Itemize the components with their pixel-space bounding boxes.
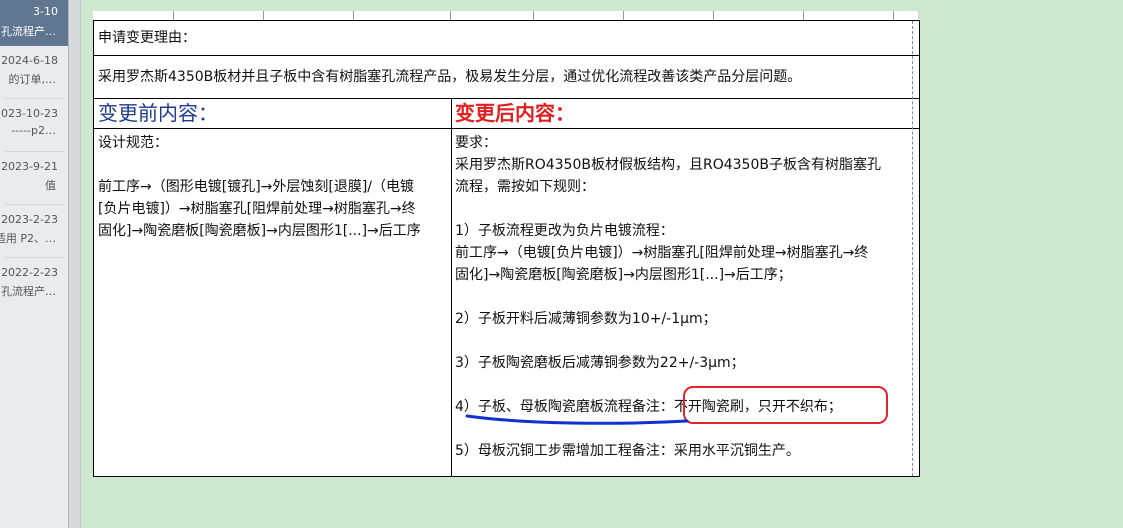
history-panel: 3-10 孔流程产… 2024-6-18 的订单,… 2023-10-23 --… bbox=[0, 0, 69, 528]
before-line: 设计规范： bbox=[98, 135, 168, 151]
history-title: 孔流程产… bbox=[1, 285, 56, 298]
history-date: 2023-10-23 bbox=[0, 107, 58, 120]
history-item[interactable]: 2023-10-23 -----p2… bbox=[0, 99, 68, 151]
rule-1-line: 固化]→陶瓷磨板[陶瓷磨板]→内层图形1[...]→后工序； bbox=[455, 267, 792, 283]
before-line: 固化]→陶瓷磨板[陶瓷磨板]→内层图形1[...]→后工序 bbox=[98, 223, 421, 239]
history-date: 3-10 bbox=[33, 5, 58, 18]
history-title: 孔流程产… bbox=[1, 25, 56, 38]
reason-label: 申请变更理由： bbox=[98, 30, 196, 46]
after-line: 流程，需按如下规则： bbox=[455, 179, 595, 195]
history-title: -----p2… bbox=[11, 124, 56, 137]
history-item[interactable]: 3-10 孔流程产… bbox=[0, 0, 68, 46]
history-item[interactable]: 2023-9-21 值 bbox=[0, 152, 68, 204]
after-header: 变更后内容： bbox=[455, 101, 575, 125]
before-line: [负片电镀]）→树脂塞孔[阻焊前处理→树脂塞孔→终 bbox=[98, 201, 416, 217]
rule-2: 2）子板开料后减薄铜参数为10+/-1μm； bbox=[455, 311, 717, 327]
table-column-ruler bbox=[93, 11, 918, 20]
history-date: 2023-9-21 bbox=[1, 160, 58, 173]
sidebar-scrollbar[interactable] bbox=[68, 0, 81, 528]
history-date: 2023-2-23 bbox=[1, 213, 58, 226]
red-highlight-circle bbox=[683, 386, 888, 424]
content-header-row: 变更前内容： 变更后内容： bbox=[94, 99, 919, 129]
history-item[interactable]: 2024-6-18 的订单,… bbox=[0, 46, 68, 98]
history-item[interactable]: 2023-2-23 适用 P2、… bbox=[0, 205, 68, 257]
after-line: 要求： bbox=[455, 135, 497, 151]
history-title: 值 bbox=[45, 179, 56, 192]
reason-label-row: 申请变更理由： bbox=[94, 21, 919, 56]
reason-text-row: 采用罗杰斯4350B板材并且子板中含有树脂塞孔流程产品，极易发生分层，通过优化流… bbox=[94, 56, 919, 99]
before-content-cell[interactable]: 设计规范： 前工序→（图形电镀[镀孔]→外层蚀刻[退膜]/（电镀 [负片电镀]）… bbox=[98, 132, 450, 242]
rule-1-line: 前工序→（电镀[负片电镀]）→树脂塞孔[阻焊前处理→树脂塞孔→终 bbox=[455, 245, 869, 261]
history-date: 2024-6-18 bbox=[1, 54, 58, 67]
history-title: 的订单,… bbox=[8, 73, 57, 86]
blue-underline-annotation bbox=[465, 414, 689, 425]
reason-text[interactable]: 采用罗杰斯4350B板材并且子板中含有树脂塞孔流程产品，极易发生分层，通过优化流… bbox=[98, 66, 801, 88]
before-header: 变更前内容： bbox=[98, 101, 218, 125]
before-line: 前工序→（图形电镀[镀孔]→外层蚀刻[退膜]/（电镀 bbox=[98, 179, 415, 195]
rule-1-title: 1）子板流程更改为负片电镀流程： bbox=[455, 223, 674, 239]
history-item[interactable]: 2022-2-23 孔流程产… bbox=[0, 258, 68, 310]
rule-3: 3）子板陶瓷磨板后减薄铜参数为22+/-3μm； bbox=[455, 355, 745, 371]
column-divider bbox=[451, 99, 452, 476]
rule-5: 5）母板沉铜工步需增加工程备注：采用水平沉铜生产。 bbox=[455, 443, 800, 459]
after-line: 采用罗杰斯RO4350B板材假板结构，且RO4350B子板含有树脂塞孔 bbox=[455, 157, 881, 173]
history-title: 适用 P2、… bbox=[0, 232, 56, 245]
history-date: 2022-2-23 bbox=[1, 266, 58, 279]
